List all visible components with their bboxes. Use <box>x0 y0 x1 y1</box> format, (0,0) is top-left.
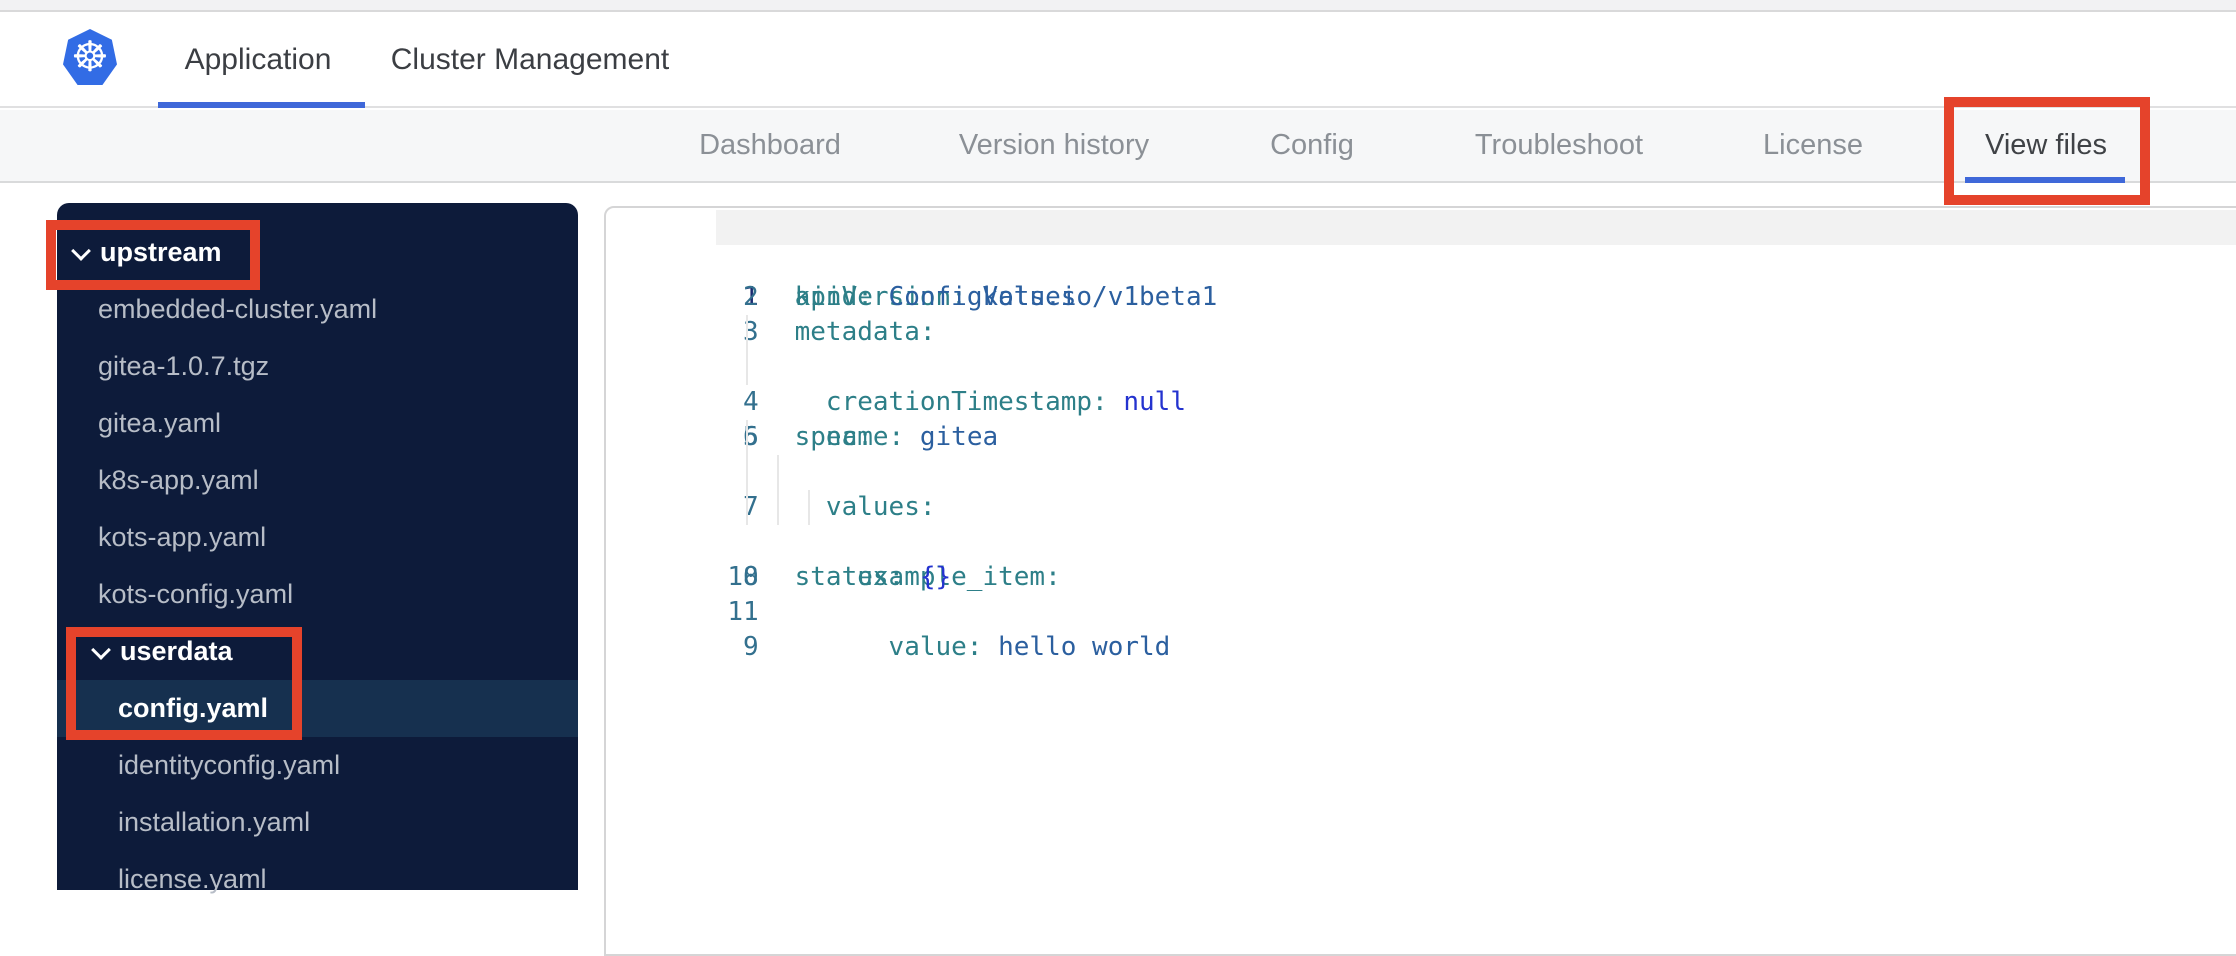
chevron-down-icon <box>92 642 111 661</box>
tab-cluster-management-label: Cluster Management <box>390 43 670 76</box>
indent-guide <box>746 315 748 350</box>
code-editor[interactable]: 1 apiVersion: kots.io/v1beta1 2 kind: Conf… <box>604 206 2236 956</box>
code-line-10: 10 status: {} <box>606 525 2236 592</box>
active-line-highlight <box>716 210 2236 245</box>
code-line-2: 2 kind: ConfigValues <box>606 245 2236 312</box>
nav-item-config[interactable]: Config <box>1270 110 1354 181</box>
tab-application[interactable]: Application <box>185 14 332 106</box>
indent-guide <box>746 420 748 455</box>
sidebar-item-gitea-tgz[interactable]: gitea-1.0.7.tgz <box>57 338 578 395</box>
chevron-down-icon <box>72 243 91 262</box>
sidebar-item-config-yaml[interactable]: config.yaml <box>57 680 578 737</box>
app-subnav: Dashboard Version history Config Trouble… <box>0 110 2236 183</box>
indent-guide <box>777 490 779 525</box>
yaml-key: creationTimestamp: <box>794 387 1108 417</box>
nav-item-version-history-label: Version history <box>958 129 1150 161</box>
yaml-value: hello world <box>982 632 1171 662</box>
sidebar-item-installation-yaml[interactable]: installation.yaml <box>57 794 578 851</box>
sidebar-folder-userdata[interactable]: userdata <box>57 623 578 680</box>
line-number: 10 <box>727 562 759 592</box>
sidebar-item-embedded-cluster-yaml[interactable]: embedded-cluster.yaml <box>57 281 578 338</box>
file-label: k8s-app.yaml <box>98 465 259 495</box>
nav-item-config-label: Config <box>1270 129 1354 161</box>
nav-item-license[interactable]: License <box>1763 110 1863 181</box>
yaml-value: gitea <box>904 422 999 452</box>
line-number: 9 <box>742 632 759 662</box>
sidebar-folder-userdata-label: userdata <box>120 636 233 666</box>
yaml-key: values: <box>794 492 936 522</box>
file-label: kots-config.yaml <box>98 579 294 609</box>
sidebar-item-kots-config-yaml[interactable]: kots-config.yaml <box>57 566 578 623</box>
nav-item-view-files-label: View files <box>1985 129 2107 161</box>
file-label: kots-app.yaml <box>98 522 267 552</box>
tab-application-label: Application <box>184 43 332 76</box>
kubernetes-logo: ☸ <box>63 29 117 85</box>
nav-item-troubleshoot-label: Troubleshoot <box>1474 129 1644 161</box>
yaml-key: metadata: <box>794 317 936 347</box>
nav-item-view-files[interactable]: View files <box>1985 110 2107 181</box>
yaml-value: ConfigValues <box>872 282 1077 312</box>
viewport-top-strip <box>0 0 2236 12</box>
view-files-active-underline <box>1965 177 2125 183</box>
line-number: 4 <box>742 387 759 417</box>
code-line-1: 1 apiVersion: kots.io/v1beta1 <box>606 210 2236 312</box>
indent-guide <box>777 455 779 490</box>
yaml-value: null <box>1107 387 1186 417</box>
indent-guide <box>746 490 748 525</box>
yaml-value: {} <box>904 562 952 592</box>
file-label: config.yaml <box>118 693 269 723</box>
sidebar-folder-upstream[interactable]: upstream <box>57 224 578 281</box>
top-bar: ☸ Application Cluster Management <box>0 14 2236 108</box>
yaml-key: status: <box>794 562 905 592</box>
indent-guide <box>746 455 748 490</box>
sidebar-item-gitea-yaml[interactable]: gitea.yaml <box>57 395 578 452</box>
sidebar-item-license-yaml[interactable]: license.yaml <box>57 851 578 908</box>
indent-guide <box>746 350 748 385</box>
application-tab-active-underline <box>158 102 365 108</box>
nav-item-troubleshoot[interactable]: Troubleshoot <box>1475 110 1643 181</box>
file-label: gitea.yaml <box>98 408 222 438</box>
sidebar-item-k8s-app-yaml[interactable]: k8s-app.yaml <box>57 452 578 509</box>
code-line-5: 5 name: gitea <box>606 350 2236 452</box>
tab-cluster-management[interactable]: Cluster Management <box>391 14 669 106</box>
nav-item-dashboard[interactable]: Dashboard <box>699 110 841 181</box>
code-line-8: 8 example_item: <box>606 455 2236 592</box>
yaml-key: spec: <box>794 422 873 452</box>
sidebar-folder-upstream-label: upstream <box>100 237 222 267</box>
helm-wheel-icon: ☸ <box>71 32 109 81</box>
file-label: gitea-1.0.7.tgz <box>98 351 270 381</box>
nav-item-license-label: License <box>1763 129 1863 161</box>
indent-guide <box>808 490 810 525</box>
line-number: 11 <box>727 597 759 627</box>
file-label: embedded-cluster.yaml <box>98 294 378 324</box>
file-label: installation.yaml <box>118 807 311 837</box>
line-number: 2 <box>742 282 759 312</box>
sidebar-item-identityconfig-yaml[interactable]: identityconfig.yaml <box>57 737 578 794</box>
file-tree: upstream embedded-cluster.yaml gitea-1.0… <box>57 203 578 894</box>
sidebar-item-kots-app-yaml[interactable]: kots-app.yaml <box>57 509 578 566</box>
yaml-key: value: <box>794 632 983 662</box>
file-label: identityconfig.yaml <box>118 750 341 780</box>
file-label: license.yaml <box>118 864 267 894</box>
nav-item-dashboard-label: Dashboard <box>699 129 841 161</box>
nav-item-version-history[interactable]: Version history <box>959 110 1149 181</box>
yaml-key: kind: <box>794 282 873 312</box>
